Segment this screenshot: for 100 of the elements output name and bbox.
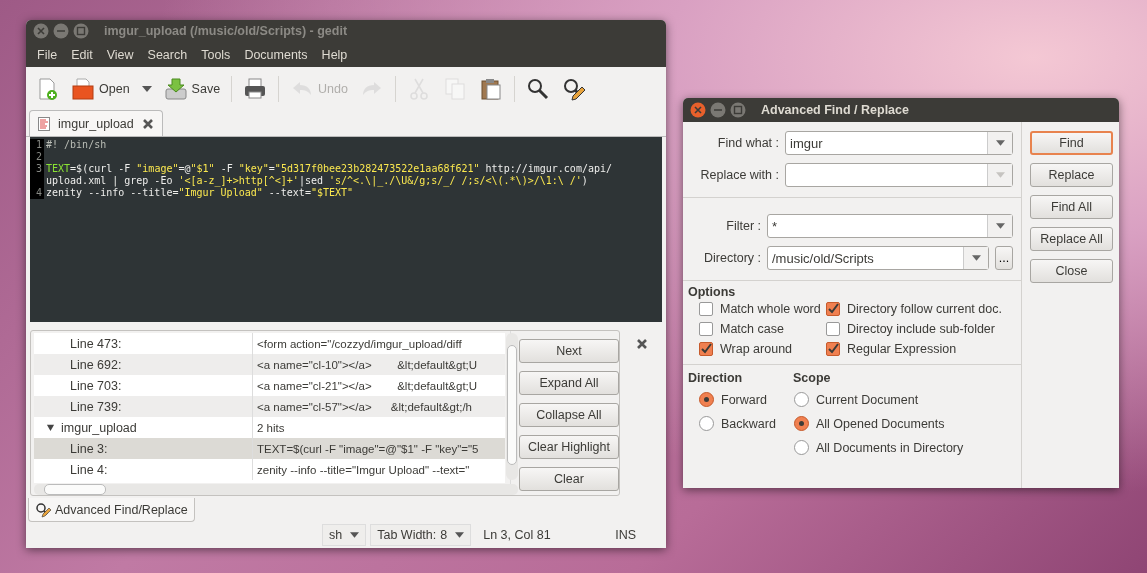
- toolbar-button[interactable]: Save: [158, 73, 226, 104]
- printer-icon: [243, 76, 268, 101]
- panel-button[interactable]: Next: [519, 339, 619, 363]
- folder-icon: [71, 76, 95, 101]
- dialog-button[interactable]: Replace All: [1030, 227, 1113, 251]
- code-line: TEXT=$(curl -F "image"=@"$1" -F "key"="5d317f0bee23b282473522e1aa68f621" http://imgur.com/api/upload.xml | grep -Eo '<[a-z_]+>http[^<]+'|sed 's/^<.\|_./\U&/g;s/_/ /;s/<\(.*\)>/\1:\ /'): [45, 163, 613, 187]
- option-label[interactable]: Current Document: [816, 392, 919, 407]
- dropdown-arrow-button[interactable]: [963, 247, 988, 269]
- caret-icon: [455, 532, 465, 538]
- result-label: Line 3:: [70, 441, 108, 456]
- menu-item[interactable]: Edit: [64, 47, 100, 62]
- result-text: <a name="cl-21"></a> &lt;default&gt;U: [257, 379, 478, 392]
- radio-button[interactable]: [699, 392, 714, 407]
- checkbox[interactable]: [826, 322, 840, 336]
- caret-icon[interactable]: [141, 85, 152, 92]
- toolbar-button[interactable]: Open: [66, 73, 157, 104]
- option-label[interactable]: Forward: [721, 392, 767, 407]
- checkbox[interactable]: [699, 342, 713, 356]
- cursor-position: Ln 3, Col 81: [482, 528, 552, 542]
- option-label[interactable]: Backward: [721, 416, 776, 431]
- section-title: Direction: [688, 371, 744, 385]
- field-label: Directory :: [703, 251, 761, 265]
- download-icon: [163, 76, 188, 101]
- option-label[interactable]: Match whole word: [720, 302, 821, 316]
- menu-item[interactable]: Documents: [237, 47, 315, 62]
- result-row[interactable]: Line 739: <a name="cl-57"></a> &lt;default&gt;/h: [34, 396, 505, 417]
- field-label: Replace with :: [699, 168, 779, 182]
- result-text: 2 hits: [257, 421, 285, 434]
- option-label[interactable]: All Opened Documents: [816, 416, 945, 431]
- result-text: <a name="cl-57"></a> &lt;default&gt;/h: [257, 400, 472, 413]
- option-label[interactable]: Directoy include sub-folder: [847, 322, 995, 336]
- caret-icon: [995, 172, 1005, 178]
- result-text: <a name="cl-10"></a> &lt;default&gt;U: [257, 358, 478, 371]
- dialog-button[interactable]: Find All: [1030, 195, 1113, 219]
- menu-item[interactable]: Tools: [194, 47, 238, 62]
- radio-button[interactable]: [699, 416, 714, 431]
- combo-field[interactable]: imgur: [785, 131, 1013, 155]
- combo-field[interactable]: *: [767, 214, 1013, 238]
- document-icon: [38, 116, 50, 131]
- document-tab[interactable]: imgur_upload: [29, 110, 163, 136]
- horizontal-scrollbar[interactable]: [34, 484, 518, 495]
- search-edit-icon: [35, 501, 51, 518]
- result-label: Line 4:: [70, 462, 108, 477]
- dialog-button[interactable]: Replace: [1030, 163, 1113, 187]
- checkbox[interactable]: [826, 342, 840, 356]
- result-label: Line 473:: [70, 336, 122, 351]
- panel-button[interactable]: Clear Highlight: [519, 435, 619, 459]
- vertical-scrollbar[interactable]: [506, 333, 518, 480]
- caret-icon: [971, 255, 981, 261]
- caret-icon: [995, 223, 1005, 229]
- result-text: TEXT=$(curl -F "image"=@"$1" -F "key"="5: [257, 442, 479, 455]
- paste-icon: [479, 76, 503, 101]
- panel-button[interactable]: Expand All: [519, 371, 619, 395]
- dialog-button[interactable]: Find: [1030, 131, 1113, 155]
- combo-field[interactable]: [785, 163, 1013, 187]
- dialog-button[interactable]: Close: [1030, 259, 1113, 283]
- checkbox[interactable]: [699, 302, 713, 316]
- language-dropdown[interactable]: sh: [322, 524, 367, 546]
- menu-item[interactable]: View: [99, 47, 141, 62]
- menu-item[interactable]: Search: [140, 47, 195, 62]
- dropdown-arrow-button[interactable]: [987, 215, 1012, 237]
- radio-button[interactable]: [794, 392, 809, 407]
- panel-button[interactable]: Collapse All: [519, 403, 619, 427]
- caret-icon: [995, 140, 1005, 146]
- result-label: Line 692:: [70, 357, 122, 372]
- section-title: Options: [688, 285, 737, 299]
- window-title: imgur_upload (/music/old/Scripts) - gedit: [104, 24, 348, 38]
- tab-width-dropdown[interactable]: Tab Width: 8: [370, 524, 472, 546]
- option-label[interactable]: Wrap around: [720, 342, 793, 356]
- code-editor[interactable]: [26, 137, 666, 322]
- option-label[interactable]: Match case: [720, 322, 784, 336]
- code-line: #! /bin/sh: [45, 139, 108, 151]
- close-icon[interactable]: [141, 117, 154, 130]
- radio-button[interactable]: [794, 440, 809, 455]
- search-icon: [526, 76, 550, 101]
- dropdown-arrow-button[interactable]: [987, 132, 1012, 154]
- caret-icon: [350, 532, 360, 538]
- browse-button[interactable]: ...: [995, 246, 1013, 270]
- option-label[interactable]: All Documents in Directory: [816, 440, 964, 455]
- radio-button[interactable]: [794, 416, 809, 431]
- combo-field[interactable]: /music/old/Scripts: [767, 246, 989, 270]
- panel-button[interactable]: Clear: [519, 467, 619, 491]
- window-title: Advanced Find / Replace: [761, 103, 909, 117]
- close-icon[interactable]: [636, 338, 648, 350]
- panel-tab[interactable]: Advanced Find/Replace: [28, 498, 195, 522]
- result-text: zenity --info --title="Imgur Upload" --text=": [257, 463, 470, 476]
- menu-item[interactable]: File: [30, 47, 65, 62]
- line-number: 4: [30, 187, 44, 199]
- option-label[interactable]: Regular Expression: [847, 342, 957, 356]
- insert-mode: INS: [614, 528, 637, 542]
- menu-item[interactable]: Help: [314, 47, 355, 62]
- section-title: Scope: [793, 371, 832, 385]
- result-text: <form action="/cozzyd/imgur_upload/diff: [257, 337, 462, 350]
- option-label[interactable]: Directory follow current doc.: [847, 302, 1002, 316]
- field-label: Find what :: [716, 136, 779, 150]
- result-row[interactable]: Line 3: TEXT=$(curl -F "image"=@"$1" -F "key"="5: [34, 438, 505, 459]
- checkbox[interactable]: [699, 322, 713, 336]
- expander-icon[interactable]: [46, 423, 55, 432]
- checkbox[interactable]: [826, 302, 840, 316]
- result-row[interactable]: Line 692: <a name="cl-10"></a> &lt;default&gt;U: [34, 354, 505, 375]
